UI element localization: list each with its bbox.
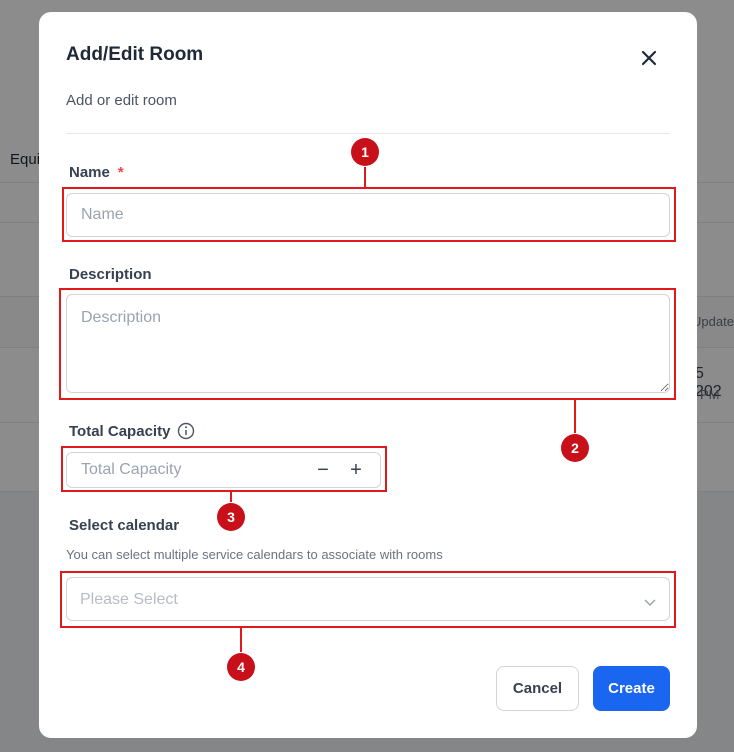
close-icon: [641, 50, 657, 66]
annotation-connector-4: [240, 628, 242, 653]
close-button[interactable]: [637, 46, 661, 70]
annotation-badge-3: 3: [217, 503, 245, 531]
annotation-badge-2: 2: [561, 434, 589, 462]
select-calendar-label: Select calendar: [69, 517, 180, 534]
info-icon[interactable]: [177, 422, 195, 440]
dialog-subtitle: Add or edit room: [66, 92, 177, 109]
annotation-connector-1: [364, 165, 366, 187]
annotation-box-2: [59, 288, 676, 400]
name-label: Name *: [69, 164, 124, 181]
required-asterisk: *: [117, 164, 124, 181]
annotation-box-1: [62, 187, 676, 242]
cancel-button[interactable]: Cancel: [496, 666, 579, 711]
description-label: Description: [69, 266, 152, 283]
name-label-text: Name: [69, 164, 110, 181]
create-button[interactable]: Create: [593, 666, 670, 711]
annotation-box-4: [60, 571, 676, 628]
dialog-title: Add/Edit Room: [66, 44, 204, 65]
total-capacity-label: Total Capacity: [69, 423, 171, 440]
annotation-box-3: [61, 446, 387, 492]
annotation-connector-2: [574, 400, 576, 435]
select-calendar-helper: You can select multiple service calendar…: [66, 547, 443, 562]
header-divider: [66, 133, 670, 134]
annotation-badge-4: 4: [227, 653, 255, 681]
annotation-badge-1: 1: [351, 138, 379, 166]
